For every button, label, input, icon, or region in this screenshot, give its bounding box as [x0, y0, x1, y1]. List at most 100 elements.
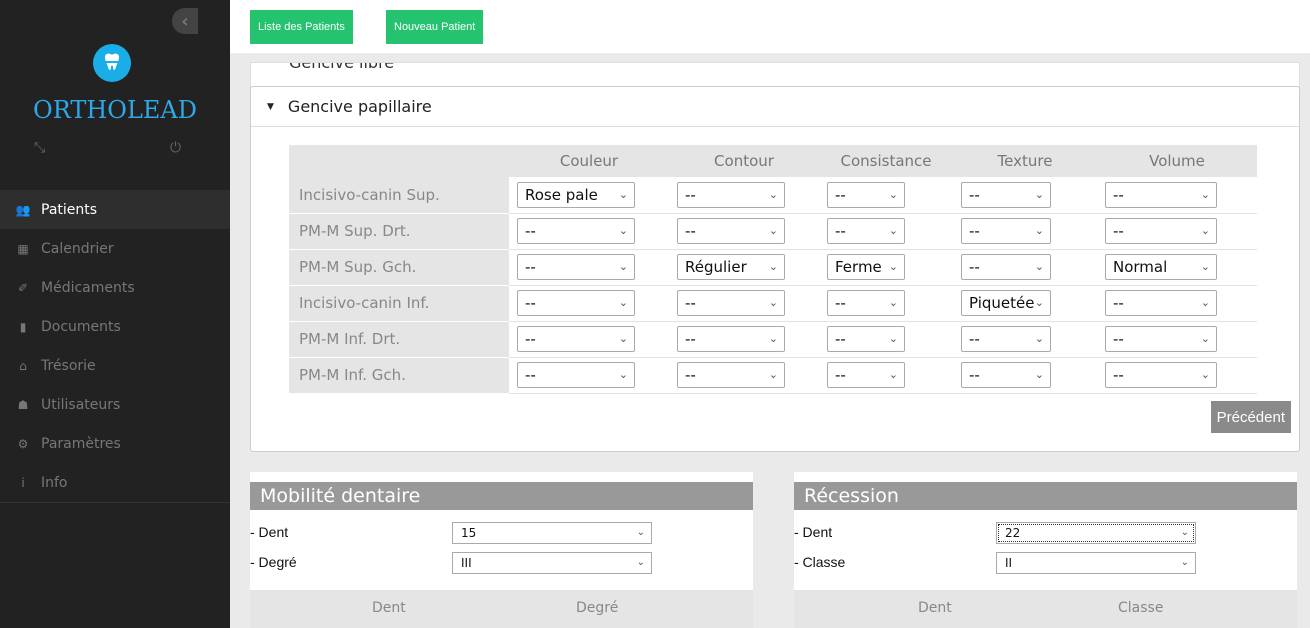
table-row: PM-M Inf. Gch. -- ⌄ -- ⌄ -- ⌄ -- ⌄ -- ⌄: [289, 357, 1257, 394]
users-icon: ☗: [17, 397, 29, 412]
cell-select[interactable]: -- ⌄: [827, 181, 905, 208]
chevron-down-icon: ⌄: [1200, 368, 1210, 381]
chevron-down-icon: ⌄: [1034, 224, 1044, 237]
chevron-down-icon: ⌄: [636, 557, 645, 568]
cell-select[interactable]: -- ⌄: [517, 290, 635, 316]
cell-select[interactable]: -- ⌄: [827, 290, 905, 316]
row-label: Incisivo-canin Sup.: [289, 177, 509, 214]
row-label: PM-M Inf. Drt.: [289, 321, 509, 358]
sidebar-item-parametres[interactable]: ⚙ Paramètres: [0, 424, 230, 463]
cell-select[interactable]: -- ⌄: [517, 362, 635, 388]
table-cell: -- ⌄: [819, 357, 953, 394]
topbar: Liste des Patients Nouveau Patient: [230, 0, 1310, 54]
document-icon: ▮: [19, 319, 27, 334]
collapsed-panel-gencive-libre[interactable]: Gencive libre: [250, 62, 1300, 88]
sidebar-item-label: Trésorie: [41, 357, 96, 374]
cell-select[interactable]: Ferme ⌄: [827, 254, 905, 280]
cell-select[interactable]: -- ⌄: [1105, 326, 1217, 352]
cell-select-value: --: [685, 366, 696, 384]
info-icon: i: [21, 475, 25, 490]
panel-title: Gencive papillaire: [287, 97, 432, 116]
cell-select-value: --: [835, 330, 846, 348]
chevron-down-icon: ⌄: [636, 527, 645, 538]
recession-table-header: Dent Classe: [794, 590, 1297, 628]
recession-dent-select[interactable]: 22 ⌄: [996, 522, 1196, 544]
cell-select[interactable]: -- ⌄: [961, 362, 1051, 388]
cell-select[interactable]: -- ⌄: [961, 326, 1051, 352]
cell-select[interactable]: Piquetée ⌄: [961, 290, 1051, 316]
cell-select[interactable]: -- ⌄: [827, 362, 905, 388]
cell-select[interactable]: -- ⌄: [961, 254, 1051, 280]
row-label: Incisivo-canin Inf.: [289, 285, 509, 322]
brand-name: ORTHOLEAD: [33, 96, 197, 124]
previous-button[interactable]: Précédent: [1210, 401, 1291, 433]
sidebar-item-info[interactable]: i Info: [0, 463, 230, 502]
chevron-down-icon: ⌄: [768, 332, 778, 345]
mobility-dent-select[interactable]: 15 ⌄: [452, 522, 652, 544]
sidebar-item-patients[interactable]: 👥 Patients: [0, 190, 230, 229]
chevron-down-icon: ⌄: [618, 187, 628, 201]
cell-select[interactable]: Normal ⌄: [1105, 254, 1217, 280]
panel-header[interactable]: ▼ Gencive papillaire: [251, 87, 1299, 127]
cell-select-value: --: [835, 185, 846, 204]
cell-select[interactable]: -- ⌄: [827, 326, 905, 352]
cell-select[interactable]: -- ⌄: [961, 181, 1051, 208]
cell-select[interactable]: -- ⌄: [677, 181, 785, 208]
cell-select[interactable]: -- ⌄: [517, 326, 635, 352]
cell-select[interactable]: -- ⌄: [1105, 362, 1217, 388]
cell-select[interactable]: -- ⌄: [1105, 290, 1217, 316]
cell-select-value: --: [685, 294, 696, 312]
cell-select-value: Normal: [1113, 258, 1168, 276]
sidebar-item-documents[interactable]: ▮ Documents: [0, 307, 230, 346]
new-patient-button[interactable]: Nouveau Patient: [386, 10, 484, 44]
cell-select-value: Régulier: [685, 258, 747, 276]
fullscreen-icon[interactable]: ⤡: [34, 140, 45, 156]
cell-select[interactable]: -- ⌄: [1105, 181, 1217, 208]
mobility-dent-label: - Dent: [250, 524, 289, 540]
cell-select-value: --: [969, 366, 980, 384]
sidebar-item-medicaments[interactable]: ✐ Médicaments: [0, 268, 230, 307]
cell-select[interactable]: -- ⌄: [517, 218, 635, 244]
cell-select[interactable]: Rose pale ⌄: [517, 181, 635, 208]
chevron-down-icon: ⌄: [1200, 332, 1210, 345]
cell-select-value: --: [525, 258, 536, 276]
table-cell: -- ⌄: [1097, 321, 1257, 358]
cell-select[interactable]: -- ⌄: [827, 218, 905, 244]
table-cell: -- ⌄: [1097, 357, 1257, 394]
sidebar-tools: ⤡ ⏻: [0, 140, 230, 166]
cell-select[interactable]: -- ⌄: [677, 218, 785, 244]
sidebar-item-utilisateurs[interactable]: ☗ Utilisateurs: [0, 385, 230, 424]
cell-select[interactable]: Régulier ⌄: [677, 254, 785, 280]
cell-select[interactable]: -- ⌄: [517, 254, 635, 280]
sidebar-item-tresorie[interactable]: ⌂ Trésorie: [0, 346, 230, 385]
mobility-degree-select[interactable]: III ⌄: [452, 552, 652, 574]
cell-select[interactable]: -- ⌄: [1105, 218, 1217, 244]
cell-select-value: --: [1113, 330, 1124, 348]
cell-select-value: --: [1113, 185, 1124, 204]
patient-list-button[interactable]: Liste des Patients: [250, 10, 353, 44]
table-cell: -- ⌄: [953, 357, 1097, 394]
chevron-down-icon: ⌄: [768, 296, 778, 309]
column-header: Texture: [953, 145, 1097, 177]
patients-icon: 👥: [15, 202, 31, 217]
cell-select[interactable]: -- ⌄: [677, 362, 785, 388]
cell-select[interactable]: -- ⌄: [677, 290, 785, 316]
cell-select[interactable]: -- ⌄: [677, 326, 785, 352]
chevron-down-icon: ⌄: [768, 224, 778, 237]
power-icon[interactable]: ⏻: [170, 140, 181, 156]
sidebar-item-calendrier[interactable]: ▦ Calendrier: [0, 229, 230, 268]
collapse-sidebar-button[interactable]: ‹: [172, 8, 198, 34]
column-header: Volume: [1097, 145, 1257, 177]
collapsed-panel-title: Gencive libre: [289, 62, 395, 72]
cell-select-value: --: [685, 330, 696, 348]
recession-class-select[interactable]: II ⌄: [996, 552, 1196, 574]
mobility-table-header: Dent Degré: [250, 590, 753, 628]
recession-class-label: - Classe: [794, 554, 846, 570]
cell-select-value: --: [525, 330, 536, 348]
chevron-down-icon: ⌄: [618, 260, 628, 273]
cell-select[interactable]: -- ⌄: [961, 218, 1051, 244]
row-label: PM-M Sup. Drt.: [289, 213, 509, 250]
cell-select-value: --: [1113, 222, 1124, 240]
chevron-down-icon: ⌄: [1180, 557, 1189, 568]
chevron-down-icon: ⌄: [888, 260, 898, 273]
